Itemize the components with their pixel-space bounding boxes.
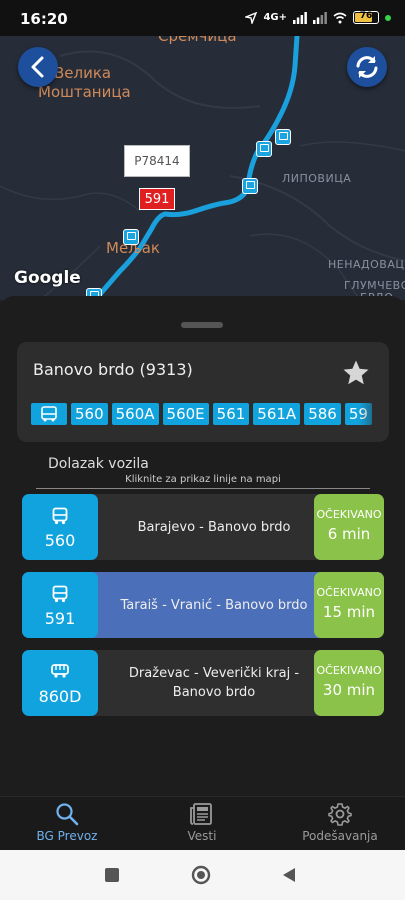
- signal-icon-secondary: [313, 11, 327, 24]
- refresh-icon: [356, 56, 378, 78]
- google-logo: Google: [14, 268, 81, 288]
- arrival-line-box: 560: [22, 494, 98, 560]
- bus-icon: [52, 585, 68, 603]
- home-button[interactable]: [191, 865, 211, 885]
- map-view[interactable]: Сремчица Велика Моштаница Мељак ЛИПОВИЦА…: [0, 36, 405, 300]
- arrival-eta: OČEKIVANO 30 min: [314, 650, 384, 716]
- line-chip[interactable]: 586: [304, 403, 341, 425]
- gear-icon: [328, 803, 352, 826]
- location-arrow-icon: [245, 11, 258, 24]
- system-navigation-bar: [0, 850, 405, 900]
- eta-label: OČEKIVANO: [316, 664, 382, 677]
- eta-value: 15 min: [322, 603, 376, 621]
- lines-bus-chip: [31, 403, 67, 425]
- recent-apps-button[interactable]: [104, 867, 120, 883]
- status-icons: 4G+ 76: [245, 11, 391, 24]
- eta-label: OČEKIVANO: [316, 508, 382, 521]
- sheet-drag-handle[interactable]: [181, 322, 223, 328]
- battery-level: 76: [359, 11, 373, 21]
- line-chip[interactable]: 561A: [253, 403, 301, 425]
- nav-bg-prevoz[interactable]: BG Prevoz: [22, 801, 112, 843]
- minibus-icon: [51, 664, 69, 678]
- eta-value: 6 min: [327, 525, 371, 543]
- stop-name: Banovo brdo (9313): [33, 360, 193, 379]
- arrival-row-selected[interactable]: 591 Taraiš - Vranić - Banovo brdo OČEKIV…: [22, 572, 384, 638]
- line-chip[interactable]: 561: [212, 403, 250, 425]
- vehicle-callout: P78414: [124, 145, 190, 177]
- line-chip[interactable]: 560A: [111, 403, 159, 425]
- line-chip[interactable]: 560: [71, 403, 108, 425]
- arrival-destination: Draževac - Veverički kraj - Banovo brdo: [128, 666, 300, 700]
- map-label-top: Сремчица: [158, 36, 237, 45]
- arrival-line-number: 860D: [38, 687, 82, 706]
- map-bus-stop-icon[interactable]: [123, 229, 139, 245]
- nav-vesti[interactable]: Vesti: [166, 801, 238, 843]
- bottom-navigation: BG Prevoz Vesti Podešavanja: [0, 796, 405, 851]
- back-button[interactable]: [18, 47, 58, 87]
- eta-label: OČEKIVANO: [316, 586, 382, 599]
- newspaper-icon: [190, 803, 212, 825]
- signal-icon: [293, 11, 307, 24]
- arrival-eta: OČEKIVANO 15 min: [314, 572, 384, 638]
- eta-value: 30 min: [322, 681, 376, 699]
- arrival-destination: Barajevo - Banovo brdo: [137, 519, 291, 535]
- stop-details-sheet: Banovo brdo (9313) 560 560A 560E 561 561…: [0, 296, 405, 796]
- vehicle-marker[interactable]: 591: [139, 188, 175, 210]
- arrival-eta: OČEKIVANO 6 min: [314, 494, 384, 560]
- arrival-row[interactable]: 560 Barajevo - Banovo brdo OČEKIVANO 6 m…: [22, 494, 384, 560]
- stop-card: Banovo brdo (9313) 560 560A 560E 561 561…: [17, 342, 389, 442]
- map-bus-stop-icon[interactable]: [256, 141, 272, 157]
- map-bus-stop-icon[interactable]: [275, 129, 291, 145]
- arrival-line-box: 860D: [22, 650, 98, 716]
- line-chip[interactable]: 560E: [162, 403, 209, 425]
- status-bar: 16:20 4G+ 76: [0, 0, 405, 36]
- network-type: 4G+: [263, 11, 287, 23]
- map-label-lipovica: ЛИПОВИЦА: [282, 172, 352, 185]
- arrival-line-box: 591: [22, 572, 98, 638]
- map-label-velika: Велика: [54, 64, 112, 82]
- chips-fade: [359, 397, 389, 433]
- chevron-left-icon: [31, 56, 44, 78]
- nav-podesavanja[interactable]: Podešavanja: [292, 801, 388, 843]
- arrivals-title: Dolazak vozila: [48, 456, 149, 472]
- arrival-line-number: 591: [44, 609, 76, 628]
- map-bus-stop-icon[interactable]: [242, 178, 258, 194]
- status-time: 16:20: [20, 10, 68, 28]
- nav-label: Podešavanja: [302, 829, 378, 843]
- arrival-row[interactable]: 860D Draževac - Veverički kraj - Banovo …: [22, 650, 384, 716]
- battery-icon: 76: [353, 11, 379, 24]
- privacy-indicator-dot: [385, 14, 391, 21]
- stop-lines-list[interactable]: 560 560A 560E 561 561A 586 59: [31, 403, 372, 425]
- arrival-line-number: 560: [44, 531, 76, 550]
- bus-icon: [52, 507, 68, 525]
- star-icon[interactable]: [341, 358, 371, 388]
- nav-label: BG Prevoz: [36, 829, 98, 843]
- nav-label: Vesti: [187, 829, 217, 843]
- back-nav-button[interactable]: [281, 867, 297, 883]
- search-icon: [56, 803, 79, 826]
- bus-icon: [41, 406, 57, 422]
- arrivals-hint: Kliknite za prikaz linije na mapi: [36, 474, 370, 489]
- map-label-nenadovac: НЕНАДОВАЦ: [328, 258, 405, 271]
- wifi-icon: [333, 12, 347, 23]
- refresh-button[interactable]: [347, 47, 387, 87]
- arrival-destination: Taraiš - Vranić - Banovo brdo: [120, 597, 308, 613]
